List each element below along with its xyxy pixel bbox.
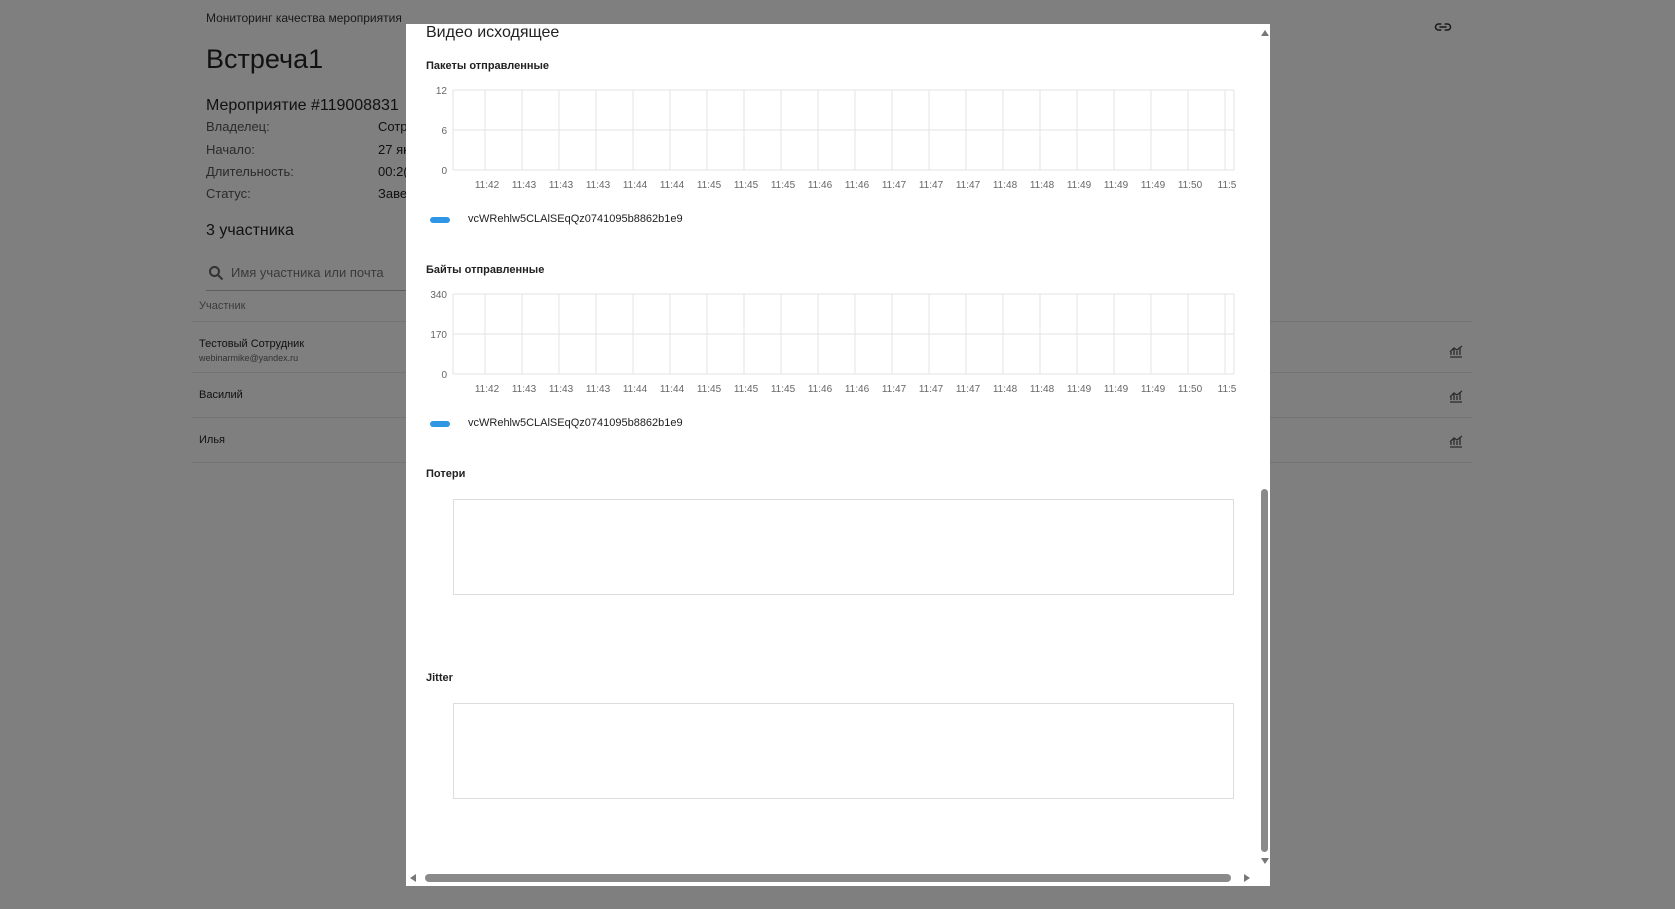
x-tick-label: 11:48: [993, 180, 1018, 191]
scroll-down-arrow-icon[interactable]: [1261, 858, 1269, 864]
vertical-scrollbar[interactable]: [1259, 24, 1270, 870]
x-tick-label: 11:42: [475, 384, 500, 395]
x-tick-label: 11:47: [956, 180, 981, 191]
x-tick-label: 11:45: [771, 180, 796, 191]
x-tick-label: 11:48: [993, 384, 1018, 395]
x-tick-label: 11:48: [1030, 384, 1055, 395]
x-tick-label: 11:43: [586, 180, 611, 191]
x-tick-label: 11:44: [623, 384, 648, 395]
x-tick-label: 11:45: [771, 384, 796, 395]
horizontal-scrollbar[interactable]: [406, 870, 1259, 886]
x-tick-label: 11:42: [475, 180, 500, 191]
x-tick-label: 11:45: [734, 384, 759, 395]
legend-swatch: [430, 217, 450, 223]
y-tick-label: 340: [430, 290, 447, 301]
jitter-chart: [453, 703, 1234, 799]
chart-title-bytes-sent: Байты отправленные: [426, 264, 545, 276]
x-tick-label: 11:44: [623, 180, 648, 191]
x-tick-label: 11:47: [882, 180, 907, 191]
x-tick-label: 11:50: [1178, 384, 1203, 395]
x-tick-label: 11:47: [882, 384, 907, 395]
chart-title-losses: Потери: [426, 468, 466, 480]
losses-chart: [453, 499, 1234, 595]
packets-sent-chart: 12 6 0 11:42 11:43 11:43 11:43 11:44 11:44 11:45 1…: [436, 86, 1237, 191]
video-outgoing-modal: Видео исходящее Пакеты отправленные 12 6 0…: [406, 24, 1270, 886]
x-tick-label: 11:48: [1030, 180, 1055, 191]
scroll-left-arrow-icon[interactable]: [410, 874, 416, 882]
legend-label: vcWRehlw5CLAlSEqQz0741095b8862b1e9: [468, 417, 683, 429]
y-tick-label: 170: [430, 330, 447, 341]
x-tick-label: 11:5: [1218, 384, 1237, 395]
chart-title-jitter: Jitter: [426, 672, 453, 684]
x-tick-label: 11:45: [697, 180, 722, 191]
x-tick-label: 11:45: [734, 180, 759, 191]
x-tick-label: 11:47: [956, 384, 981, 395]
x-tick-label: 11:49: [1104, 384, 1129, 395]
modal-title: Видео исходящее: [426, 24, 560, 41]
legend-swatch: [430, 421, 450, 427]
x-tick-label: 11:43: [512, 384, 537, 395]
y-tick-label: 12: [436, 86, 448, 97]
scrollbar-corner: [1259, 870, 1270, 886]
y-tick-label: 6: [441, 126, 447, 137]
x-tick-label: 11:47: [919, 384, 944, 395]
x-tick-label: 11:46: [845, 384, 870, 395]
x-tick-label: 11:46: [845, 180, 870, 191]
chart-title-packets-sent: Пакеты отправленные: [426, 60, 550, 72]
legend-label: vcWRehlw5CLAlSEqQz0741095b8862b1e9: [468, 213, 683, 225]
x-tick-label: 11:43: [549, 384, 574, 395]
x-tick-label: 11:44: [660, 180, 685, 191]
y-tick-label: 0: [441, 166, 447, 177]
x-tick-label: 11:46: [808, 384, 833, 395]
scroll-right-arrow-icon[interactable]: [1244, 874, 1250, 882]
x-tick-label: 11:49: [1067, 384, 1092, 395]
y-tick-label: 0: [441, 370, 447, 381]
x-tick-label: 11:43: [586, 384, 611, 395]
x-tick-label: 11:50: [1178, 180, 1203, 191]
x-tick-label: 11:49: [1141, 180, 1166, 191]
scroll-up-arrow-icon[interactable]: [1261, 30, 1269, 36]
vertical-scroll-thumb[interactable]: [1261, 489, 1268, 852]
x-tick-label: 11:43: [512, 180, 537, 191]
x-tick-label: 11:44: [660, 384, 685, 395]
x-tick-label: 11:49: [1104, 180, 1129, 191]
x-tick-label: 11:5: [1218, 180, 1237, 191]
x-tick-label: 11:47: [919, 180, 944, 191]
x-tick-label: 11:45: [697, 384, 722, 395]
x-tick-label: 11:49: [1141, 384, 1166, 395]
x-tick-label: 11:46: [808, 180, 833, 191]
x-tick-label: 11:43: [549, 180, 574, 191]
bytes-sent-chart: 340 170 0 11:42 11:43 11:43 11:43 11:44 11:44 11:…: [430, 290, 1237, 395]
horizontal-scroll-thumb[interactable]: [425, 874, 1231, 882]
x-tick-label: 11:49: [1067, 180, 1092, 191]
